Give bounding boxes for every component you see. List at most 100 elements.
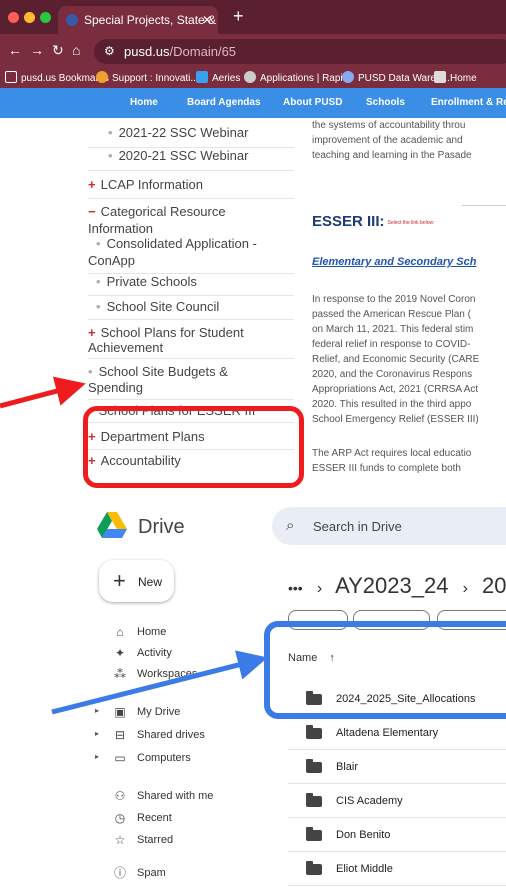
site-nav-schools[interactable]: Schools	[366, 97, 405, 108]
new-tab-icon[interactable]: +	[233, 6, 244, 27]
breadcrumb-current[interactable]: 2023	[482, 573, 506, 598]
aeries-icon	[196, 71, 208, 83]
content-text: the systems of accountability throu	[312, 120, 466, 131]
nav-spam[interactable]: ⓘ Spam	[95, 861, 270, 887]
forward-arrow-icon[interactable]: →	[30, 42, 44, 58]
folder-row[interactable]: Eliot Middle	[288, 852, 506, 886]
nav-lcap[interactable]: + LCAP Information	[88, 176, 203, 193]
divider	[462, 205, 506, 206]
tab-title: Special Projects, State & Fed	[84, 13, 218, 27]
content-text: ESSER III funds to complete both	[312, 463, 461, 474]
expand-plus-icon: +	[88, 177, 96, 192]
content-text: federal relief in response to COVID-	[312, 339, 471, 350]
drive-header: Drive ⌕ Search in Drive	[0, 495, 506, 555]
esser-link[interactable]: Elementary and Secondary Sch	[312, 256, 476, 268]
content-text: on March 11, 2021. This federal stim	[312, 324, 474, 335]
content-text: Appropriations Act, 2021 (CRRSA Act	[312, 384, 479, 395]
search-icon: ⌕	[286, 517, 295, 534]
bookmarks-bar: pusd.us Bookmarks Support : Innovati... …	[0, 68, 506, 88]
content-text: The ARP Act requires local educatio	[312, 448, 472, 459]
browser-toolbar: ← → ↻ ⌂ ⚙ pusd.us/Domain/65	[0, 34, 506, 68]
my-drive-icon: ▣	[114, 705, 126, 719]
browser-tab[interactable]: Special Projects, State & Fed ✕	[58, 6, 218, 34]
site-nav-board-agendas[interactable]: Board Agendas	[187, 97, 261, 108]
collapse-minus-icon: −	[88, 204, 96, 219]
site-navigation: Home Board Agendas About PUSD Schools En…	[0, 88, 506, 118]
folder-row[interactable]: CIS Academy	[288, 784, 506, 818]
nav-conapp-line2: ConApp	[88, 253, 135, 268]
minimize-window-button[interactable]	[24, 12, 35, 23]
spam-icon: ⓘ	[113, 866, 126, 880]
home-icon[interactable]: ⌂	[72, 42, 80, 58]
nav-conapp[interactable]: • Consolidated Application -	[96, 235, 257, 252]
data-warehouse-icon	[342, 71, 354, 83]
tab-strip: Special Projects, State & Fed ✕ +	[0, 0, 506, 34]
breadcrumb: ••• › AY2023_24 › 2023	[288, 573, 506, 599]
recent-icon: ◷	[114, 811, 126, 825]
home-icon: ⌂	[116, 625, 124, 639]
bookmark-item[interactable]: Applications | Rapi...	[244, 71, 351, 84]
support-icon	[96, 71, 108, 83]
folder-icon	[306, 861, 322, 875]
url-path: /Domain/65	[169, 44, 237, 59]
content-text: improvement of the academic and	[312, 135, 463, 146]
site-settings-icon[interactable]: ⚙	[104, 39, 115, 64]
blue-highlight-box	[264, 621, 506, 719]
nav-webinar-2122[interactable]: • 2021-22 SSC Webinar	[108, 124, 248, 141]
drive-app-name: Drive	[138, 516, 185, 538]
chevron-right-icon: ›	[462, 580, 468, 597]
nav-webinar-2021[interactable]: • 2020-21 SSC Webinar	[108, 147, 248, 164]
shared-drives-icon: ⊟	[114, 728, 126, 742]
nav-plans-student-line2: Achievement	[88, 340, 164, 355]
content-text: 2020. This resulted in the third appo	[312, 399, 472, 410]
folder-icon	[306, 793, 322, 807]
content-text: 2020, and the Coronavirus Respons	[312, 369, 473, 380]
nav-site-budgets[interactable]: • School Site Budgets &	[88, 363, 228, 380]
folder-row[interactable]: Don Benito	[288, 818, 506, 852]
drive-logo-icon	[97, 512, 127, 538]
bookmark-item[interactable]: pusd.us Bookmarks	[5, 71, 109, 84]
content-text: School Emergency Relief (ESSER III)	[312, 414, 479, 425]
nav-categorical[interactable]: − Categorical Resource	[88, 203, 226, 220]
folder-icon	[306, 725, 322, 739]
computers-icon: ▭	[114, 751, 126, 765]
plus-icon: +	[113, 568, 126, 593]
search-input[interactable]: ⌕ Search in Drive	[272, 507, 506, 545]
chevron-right-icon: ›	[316, 580, 323, 597]
content-text: Relief, and Economic Security (CARE	[312, 354, 480, 365]
close-tab-icon[interactable]: ✕	[202, 6, 212, 34]
new-button[interactable]: + New	[99, 560, 174, 602]
nav-private-schools[interactable]: • Private Schools	[96, 273, 197, 290]
nav-computers[interactable]: ▸ ▭ Computers	[95, 746, 270, 772]
workspaces-icon: ⁂	[114, 667, 126, 681]
expand-plus-icon: +	[88, 325, 96, 340]
bookmark-item[interactable]: Support : Innovati...	[96, 71, 199, 84]
folder-row[interactable]: Altadena Elementary	[288, 716, 506, 750]
site-nav-enrollment[interactable]: Enrollment & Reg	[431, 97, 506, 108]
bookmarks-folder-icon	[5, 71, 17, 83]
content-text: passed the American Rescue Plan (	[312, 309, 471, 320]
maximize-window-button[interactable]	[40, 12, 51, 23]
red-highlight-box	[83, 406, 304, 488]
folder-row[interactable]: Blair	[288, 750, 506, 784]
applications-icon	[244, 71, 256, 83]
browser-window: Special Projects, State & Fed ✕ + ← → ↻ …	[0, 0, 506, 490]
content-text: In response to the 2019 Novel Coron	[312, 294, 476, 305]
site-nav-home[interactable]: Home	[130, 97, 158, 108]
address-bar[interactable]: ⚙ pusd.us/Domain/65	[94, 39, 506, 64]
breadcrumb-folder[interactable]: AY2023_24	[335, 573, 448, 598]
reload-icon[interactable]: ↻	[52, 42, 64, 59]
back-arrow-icon[interactable]: ←	[8, 42, 22, 58]
site-nav-about[interactable]: About PUSD	[283, 97, 342, 108]
folder-icon	[306, 827, 322, 841]
esser-heading: ESSER III: Select the link below:	[312, 213, 435, 230]
nav-starred[interactable]: ☆ Starred	[95, 828, 270, 854]
breadcrumb-more[interactable]: •••	[288, 580, 303, 596]
folder-icon	[306, 759, 322, 773]
nav-workspaces[interactable]: ⁂ Workspaces	[95, 662, 270, 688]
close-window-button[interactable]	[8, 12, 19, 23]
nav-school-site-council[interactable]: • School Site Council	[96, 298, 219, 315]
bookmark-item[interactable]: Aeries	[196, 71, 240, 84]
bookmark-item[interactable]: Home	[434, 71, 477, 84]
url-domain: pusd.us	[124, 44, 170, 59]
